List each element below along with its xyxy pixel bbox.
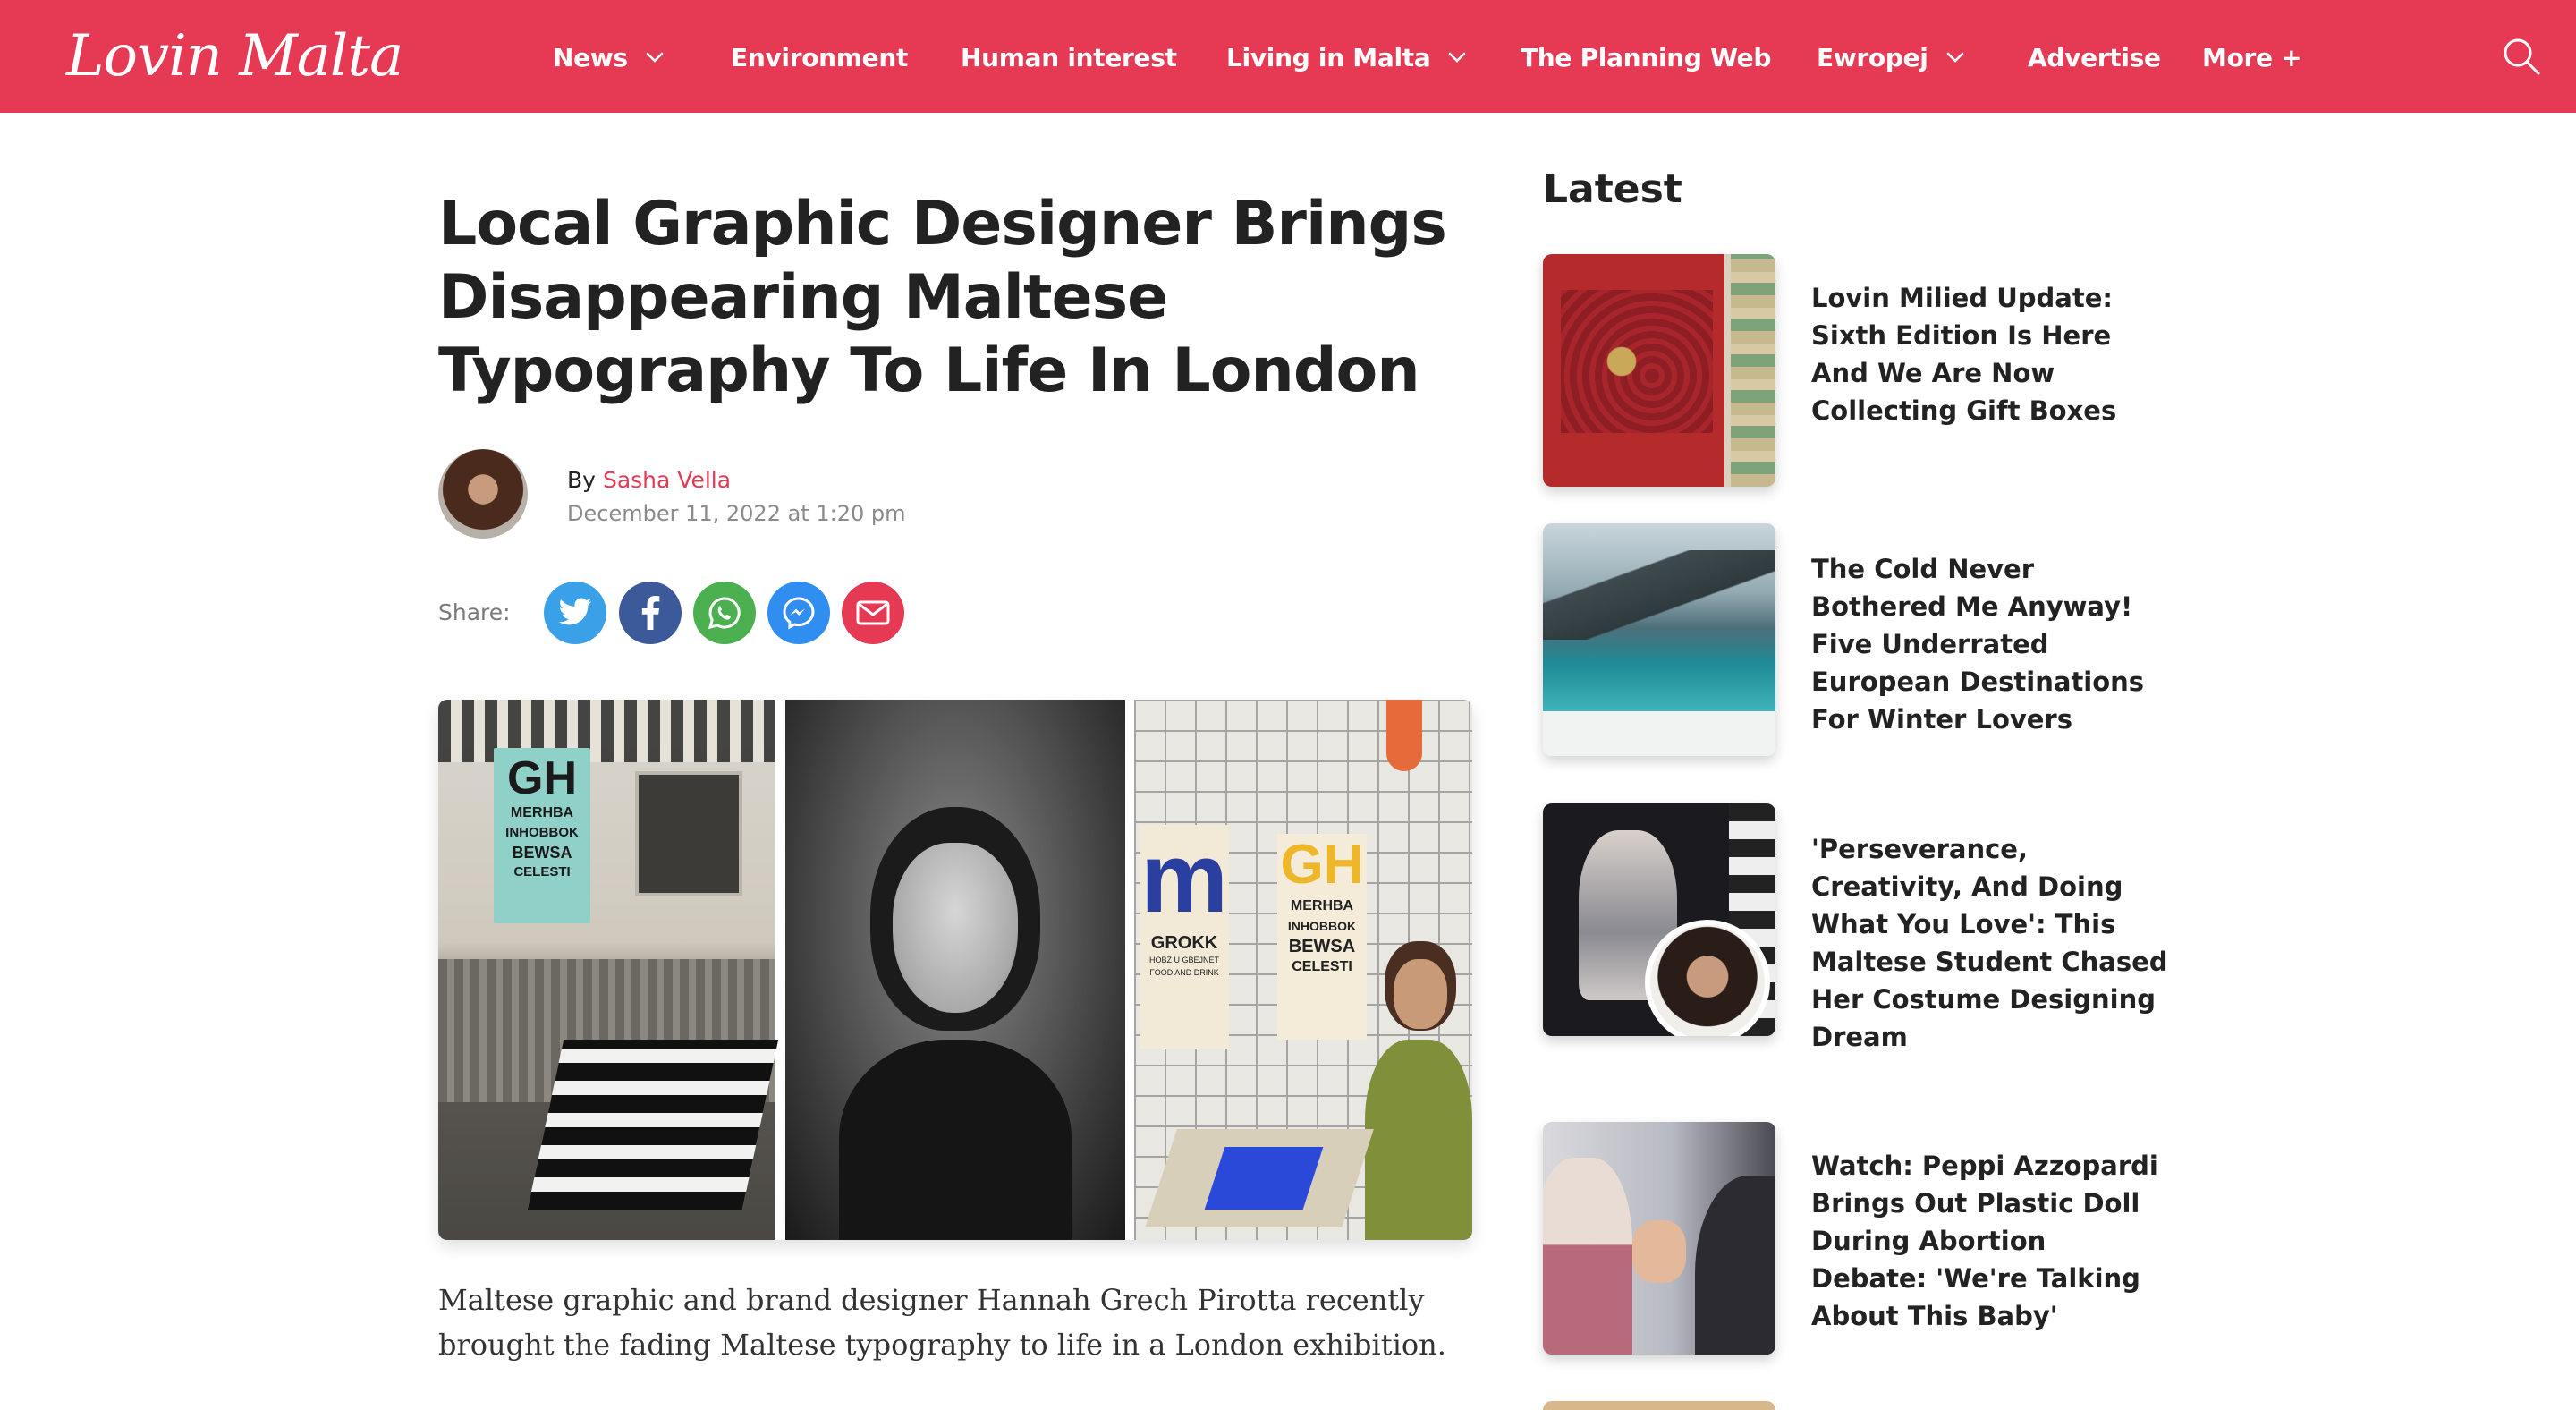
share-label: Share: — [438, 599, 511, 625]
share-twitter-button[interactable] — [544, 582, 606, 644]
nav-item-advertise[interactable]: Advertise — [2028, 39, 2161, 75]
main-nav: News Environment Human interest Living i… — [0, 0, 2576, 113]
share-messenger-button[interactable] — [767, 582, 830, 644]
poster-letter: m — [1140, 823, 1228, 933]
poster-line: HOBZ U GBEJNET — [1148, 956, 1219, 964]
type-blocks — [527, 1040, 779, 1210]
hero-panel-portrait — [785, 700, 1125, 1240]
byline: By Sasha Vella — [567, 467, 731, 493]
poster-line: BEWSA — [1288, 937, 1356, 956]
doorway — [635, 771, 742, 896]
poster-line: GH — [507, 752, 577, 804]
poster-gh: GH MERHBA INHOBBOK BEWSA CELESTI — [1277, 834, 1367, 1040]
nav-label: The Planning Web — [1521, 42, 1772, 72]
nav-item-environment[interactable]: Environment — [731, 39, 908, 75]
latest-thumbnail[interactable] — [1543, 803, 1775, 1036]
poster-line: MERHBA — [510, 805, 574, 820]
share-facebook-button[interactable] — [619, 582, 682, 644]
nav-item-more[interactable]: More + — [2202, 39, 2302, 75]
portrait-face — [893, 843, 1018, 1013]
latest-thumbnail-next[interactable] — [1543, 1401, 1775, 1410]
doll-hand — [1632, 1220, 1686, 1283]
nav-item-planning-web[interactable]: The Planning Web — [1521, 39, 1771, 75]
hero-panel-exhibition: m GROKK HOBZ U GBEJNET FOOD AND DRINK GH… — [1134, 700, 1472, 1240]
chevron-down-icon — [1449, 52, 1466, 63]
poster-line: MERHBA — [1290, 898, 1354, 913]
poster-grokk: m GROKK HOBZ U GBEJNET FOOD AND DRINK — [1140, 825, 1229, 1049]
whatsapp-icon — [708, 597, 741, 630]
orange-decor — [1386, 700, 1422, 771]
byline-prefix: By — [567, 467, 596, 493]
latest-item[interactable]: 'Perseverance, Creativity, And Doing Wha… — [1543, 803, 2168, 1052]
author-link[interactable]: Sasha Vella — [603, 467, 731, 493]
exhibitor-face — [1394, 959, 1447, 1029]
share-whatsapp-button[interactable] — [693, 582, 756, 644]
poster-line: FOOD AND DRINK — [1149, 968, 1219, 977]
nav-label: Environment — [731, 42, 909, 72]
latest-item-title[interactable]: 'Perseverance, Creativity, And Doing Wha… — [1811, 830, 2169, 1056]
dark-figure — [1695, 1176, 1775, 1355]
site-header: Lovin Malta News Environment Human inter… — [0, 0, 2576, 113]
facebook-icon — [641, 596, 660, 630]
latest-item-title[interactable]: Watch: Peppi Azzopardi Brings Out Plasti… — [1811, 1147, 2169, 1335]
student-avatar-inset — [1645, 920, 1770, 1036]
chevron-down-icon — [1946, 52, 1963, 63]
twitter-icon — [558, 598, 592, 625]
nav-item-ewropej[interactable]: Ewropej — [1817, 39, 1964, 75]
poster-line: INHOBBOK — [1287, 919, 1357, 933]
latest-thumbnail[interactable] — [1543, 523, 1775, 756]
poster-line: GROKK — [1150, 933, 1218, 953]
email-icon — [856, 600, 890, 625]
nav-label: Human interest — [961, 42, 1177, 72]
latest-thumbnail[interactable] — [1543, 254, 1775, 487]
nav-item-news[interactable]: News — [553, 39, 664, 75]
poster-line: GH — [1280, 834, 1364, 896]
nav-label: More + — [2202, 42, 2302, 72]
snow-shore — [1543, 711, 1775, 756]
latest-heading: Latest — [1543, 166, 1682, 212]
share-email-button[interactable] — [842, 582, 904, 644]
publish-date: December 11, 2022 at 1:20 pm — [567, 501, 906, 526]
type-posters-wall — [438, 700, 775, 762]
latest-item[interactable]: Lovin Milied Update: Sixth Edition Is He… — [1543, 254, 2151, 487]
nav-item-human-interest[interactable]: Human interest — [961, 39, 1177, 75]
messenger-icon — [783, 597, 815, 630]
latest-item[interactable]: The Cold Never Bothered Me Anyway! Five … — [1543, 523, 2151, 756]
poster-line: BEWSA — [512, 844, 572, 862]
latest-item-title[interactable]: The Cold Never Bothered Me Anyway! Five … — [1811, 550, 2169, 738]
article-hero-image[interactable]: GH MERHBA INHOBBOK BEWSA CELESTI m GROKK… — [438, 700, 1472, 1240]
search-button[interactable] — [2501, 36, 2542, 77]
mountain-shape — [1543, 550, 1775, 640]
hero-panel-printshop: GH MERHBA INHOBBOK BEWSA CELESTI — [438, 700, 779, 1240]
poster-line: CELESTI — [513, 864, 571, 879]
poster-line: INHOBBOK — [505, 825, 579, 840]
blue-print — [1204, 1147, 1324, 1210]
nav-label: News — [553, 42, 628, 72]
exhibitor-dress — [1365, 1040, 1472, 1240]
poster-line: CELESTI — [1292, 959, 1352, 974]
chevron-down-icon — [646, 52, 664, 63]
portrait-sweater — [839, 1040, 1072, 1240]
poster-card: GH MERHBA INHOBBOK BEWSA CELESTI — [494, 748, 590, 923]
gift-decor — [1561, 290, 1713, 433]
article-body-paragraph: Maltese graphic and brand designer Hanna… — [438, 1283, 1446, 1362]
author-avatar[interactable] — [438, 449, 528, 539]
person-figure — [1543, 1158, 1632, 1355]
latest-thumbnail[interactable] — [1543, 1122, 1775, 1355]
search-icon — [2504, 38, 2540, 75]
nav-label: Advertise — [2028, 42, 2161, 72]
gift-box-edge — [1731, 254, 1775, 487]
latest-item-title[interactable]: Lovin Milied Update: Sixth Edition Is He… — [1811, 279, 2169, 429]
nav-label: Living in Malta — [1226, 42, 1431, 72]
nav-label: Ewropej — [1817, 42, 1928, 72]
latest-item[interactable]: Watch: Peppi Azzopardi Brings Out Plasti… — [1543, 1122, 2158, 1355]
article-title: Local Graphic Designer Brings Disappeari… — [438, 189, 1447, 406]
nav-item-living-in-malta[interactable]: Living in Malta — [1226, 39, 1466, 75]
